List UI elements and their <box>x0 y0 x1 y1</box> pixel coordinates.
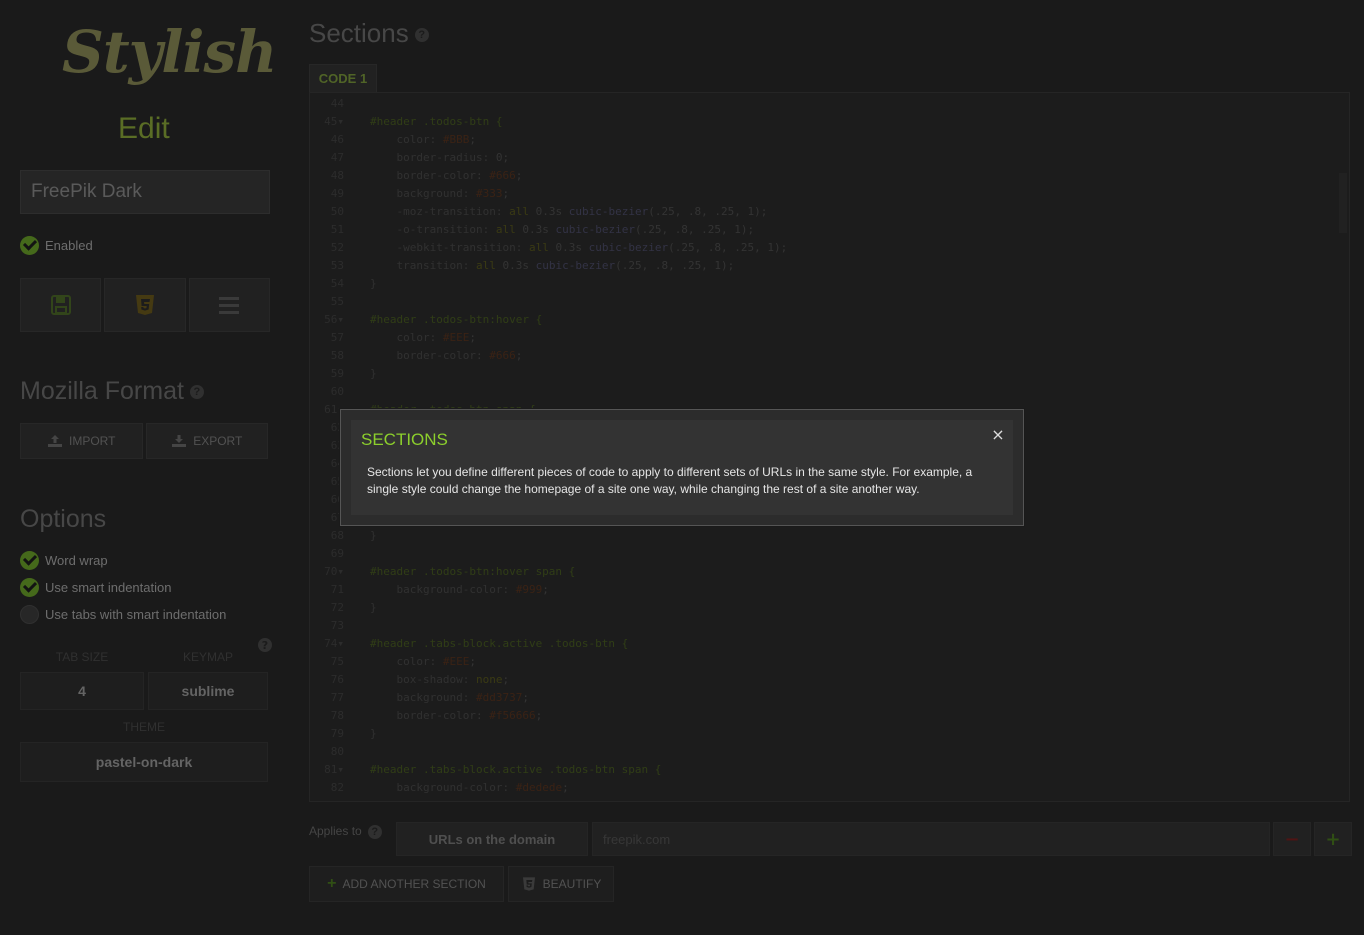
dialog-title: SECTIONS <box>361 430 448 449</box>
close-icon[interactable]: × <box>991 427 1005 443</box>
sections-help-dialog: SECTIONS × Sections let you define diffe… <box>340 409 1024 526</box>
dialog-text: Sections let you define different pieces… <box>367 465 973 496</box>
